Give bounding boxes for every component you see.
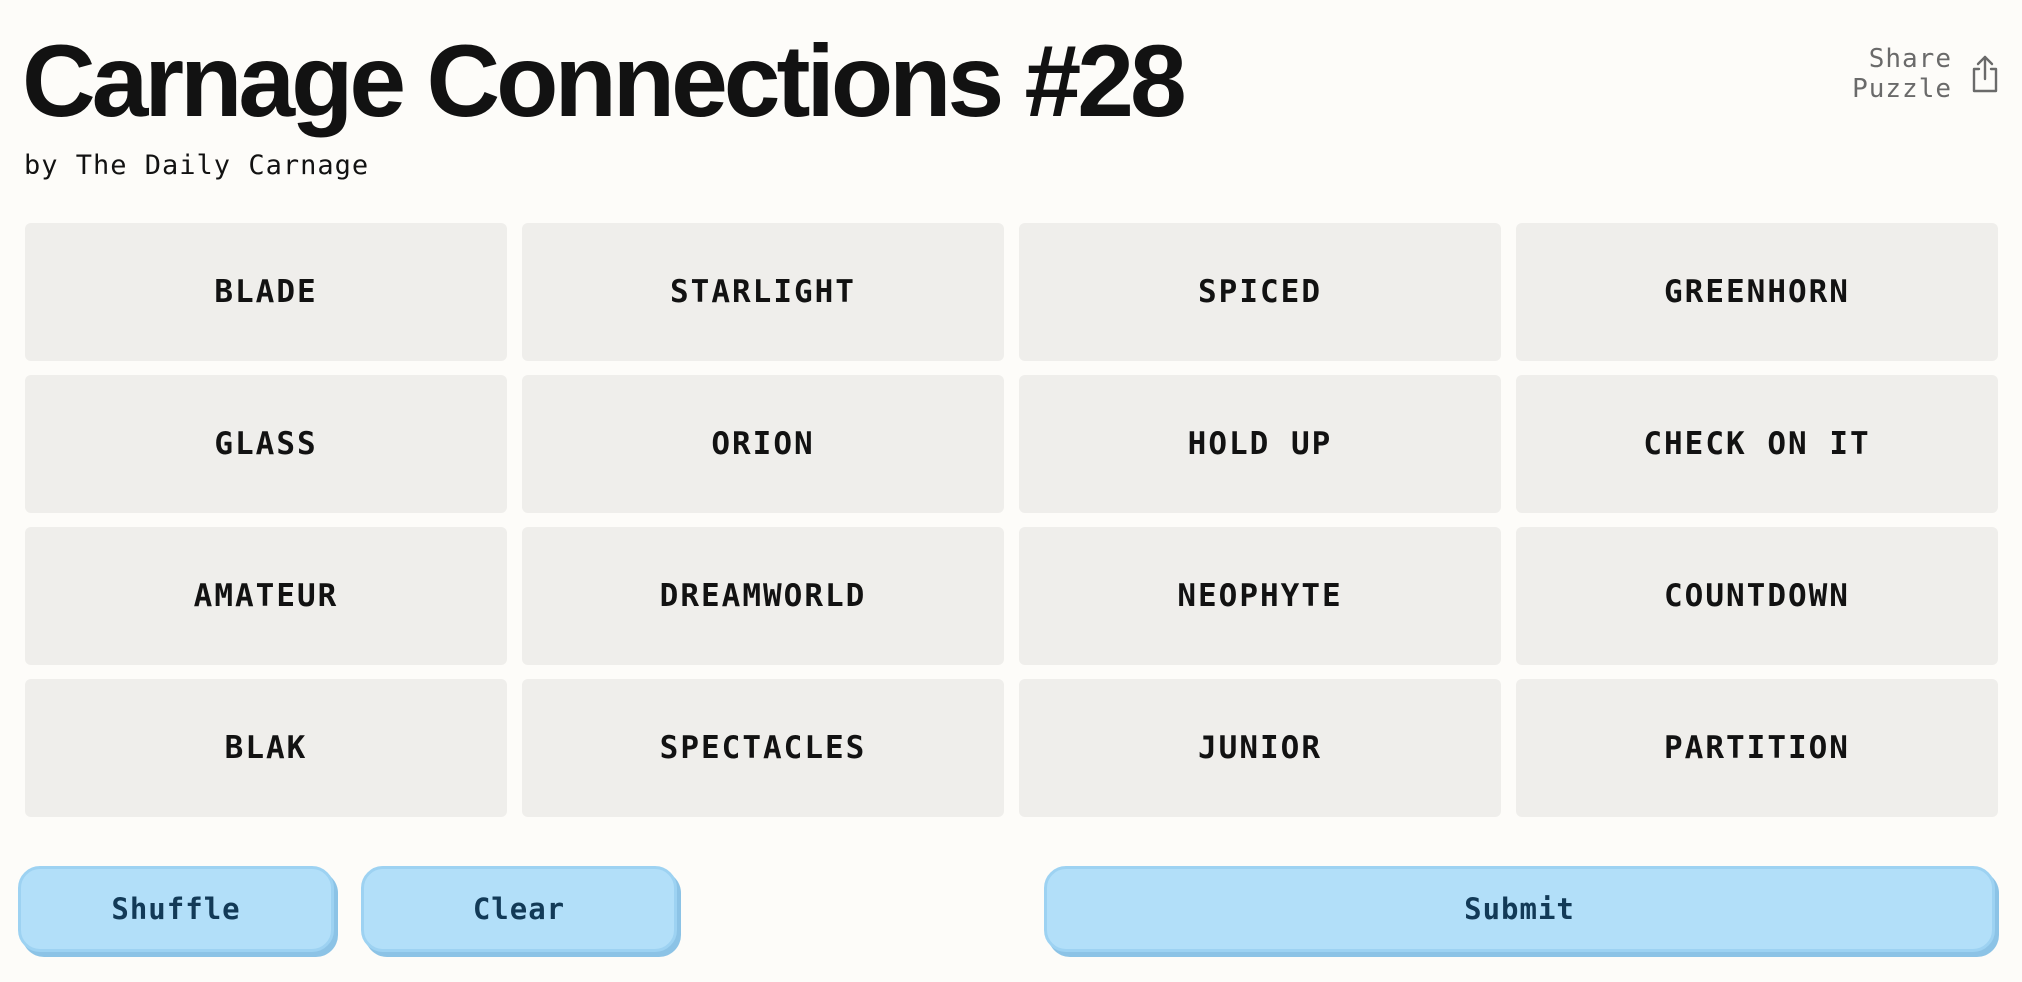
word-tile[interactable]: NEOPHYTE [1019,527,1501,665]
word-tile-label: COUNTDOWN [1664,578,1850,614]
word-tile[interactable]: STARLIGHT [522,223,1004,361]
word-tile[interactable]: PARTITION [1516,679,1998,817]
word-tile-label: GLASS [214,426,318,462]
word-tile[interactable]: BLAK [25,679,507,817]
page-title: Carnage Connections #28 [22,24,1187,138]
word-tile[interactable]: BLADE [25,223,507,361]
word-tile-label: DREAMWORLD [659,578,867,614]
share-puzzle-button[interactable]: Share Puzzle [1852,44,2002,104]
word-grid: BLADE STARLIGHT SPICED GREENHORN GLASS O… [25,223,1998,817]
word-tile-label: SPICED [1198,274,1322,310]
submit-button[interactable]: Submit [1044,866,1995,952]
word-tile[interactable]: DREAMWORLD [522,527,1004,665]
byline: by The Daily Carnage [24,150,370,181]
word-tile-label: GREENHORN [1664,274,1850,310]
word-tile[interactable]: CHECK ON IT [1516,375,1998,513]
word-tile-label: ORION [711,426,815,462]
share-puzzle-label: Share Puzzle [1852,44,1952,104]
word-tile-label: STARLIGHT [670,274,856,310]
word-tile[interactable]: GLASS [25,375,507,513]
word-tile[interactable]: SPECTACLES [522,679,1004,817]
word-tile-label: HOLD UP [1187,426,1333,462]
word-tile-label: CHECK ON IT [1643,426,1871,462]
share-icon [1972,55,1998,93]
word-tile[interactable]: HOLD UP [1019,375,1501,513]
clear-button-label: Clear [472,892,566,926]
word-tile[interactable]: COUNTDOWN [1516,527,1998,665]
word-tile-label: PARTITION [1664,730,1850,766]
word-tile-label: SPECTACLES [659,730,867,766]
shuffle-button-label: Shuffle [111,892,241,926]
shuffle-button[interactable]: Shuffle [18,866,334,952]
word-tile[interactable]: SPICED [1019,223,1501,361]
word-tile-label: BLAK [224,730,308,766]
word-tile-label: NEOPHYTE [1177,578,1343,614]
word-tile[interactable]: GREENHORN [1516,223,1998,361]
word-tile[interactable]: ORION [522,375,1004,513]
word-tile-label: AMATEUR [193,578,339,614]
clear-button[interactable]: Clear [361,866,677,952]
submit-button-label: Submit [1464,892,1575,926]
word-tile-label: BLADE [214,274,318,310]
word-tile[interactable]: JUNIOR [1019,679,1501,817]
word-tile[interactable]: AMATEUR [25,527,507,665]
word-tile-label: JUNIOR [1198,730,1322,766]
